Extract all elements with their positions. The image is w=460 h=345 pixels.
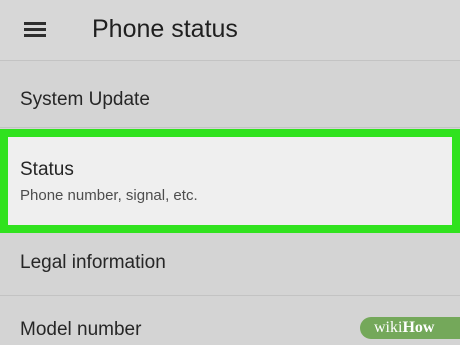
settings-item-title: Model number — [20, 319, 142, 340]
wikihow-watermark: wikiHow — [360, 317, 460, 339]
app-bar: Phone status — [0, 0, 460, 61]
page-title: Phone status — [92, 15, 238, 43]
watermark-part: wiki — [374, 319, 403, 336]
watermark-part: How — [402, 319, 435, 336]
settings-item-title: Status — [20, 159, 74, 180]
settings-item-system-update[interactable]: System Update — [0, 61, 460, 128]
settings-item-title: System Update — [20, 89, 150, 110]
settings-item-status[interactable]: Status Phone number, signal, etc. — [0, 129, 460, 233]
settings-item-legal-information[interactable]: Legal information — [0, 233, 460, 296]
settings-item-subtitle: Phone number, signal, etc. — [20, 187, 198, 204]
settings-item-title: Legal information — [20, 252, 166, 273]
hamburger-menu-icon[interactable] — [24, 22, 46, 37]
